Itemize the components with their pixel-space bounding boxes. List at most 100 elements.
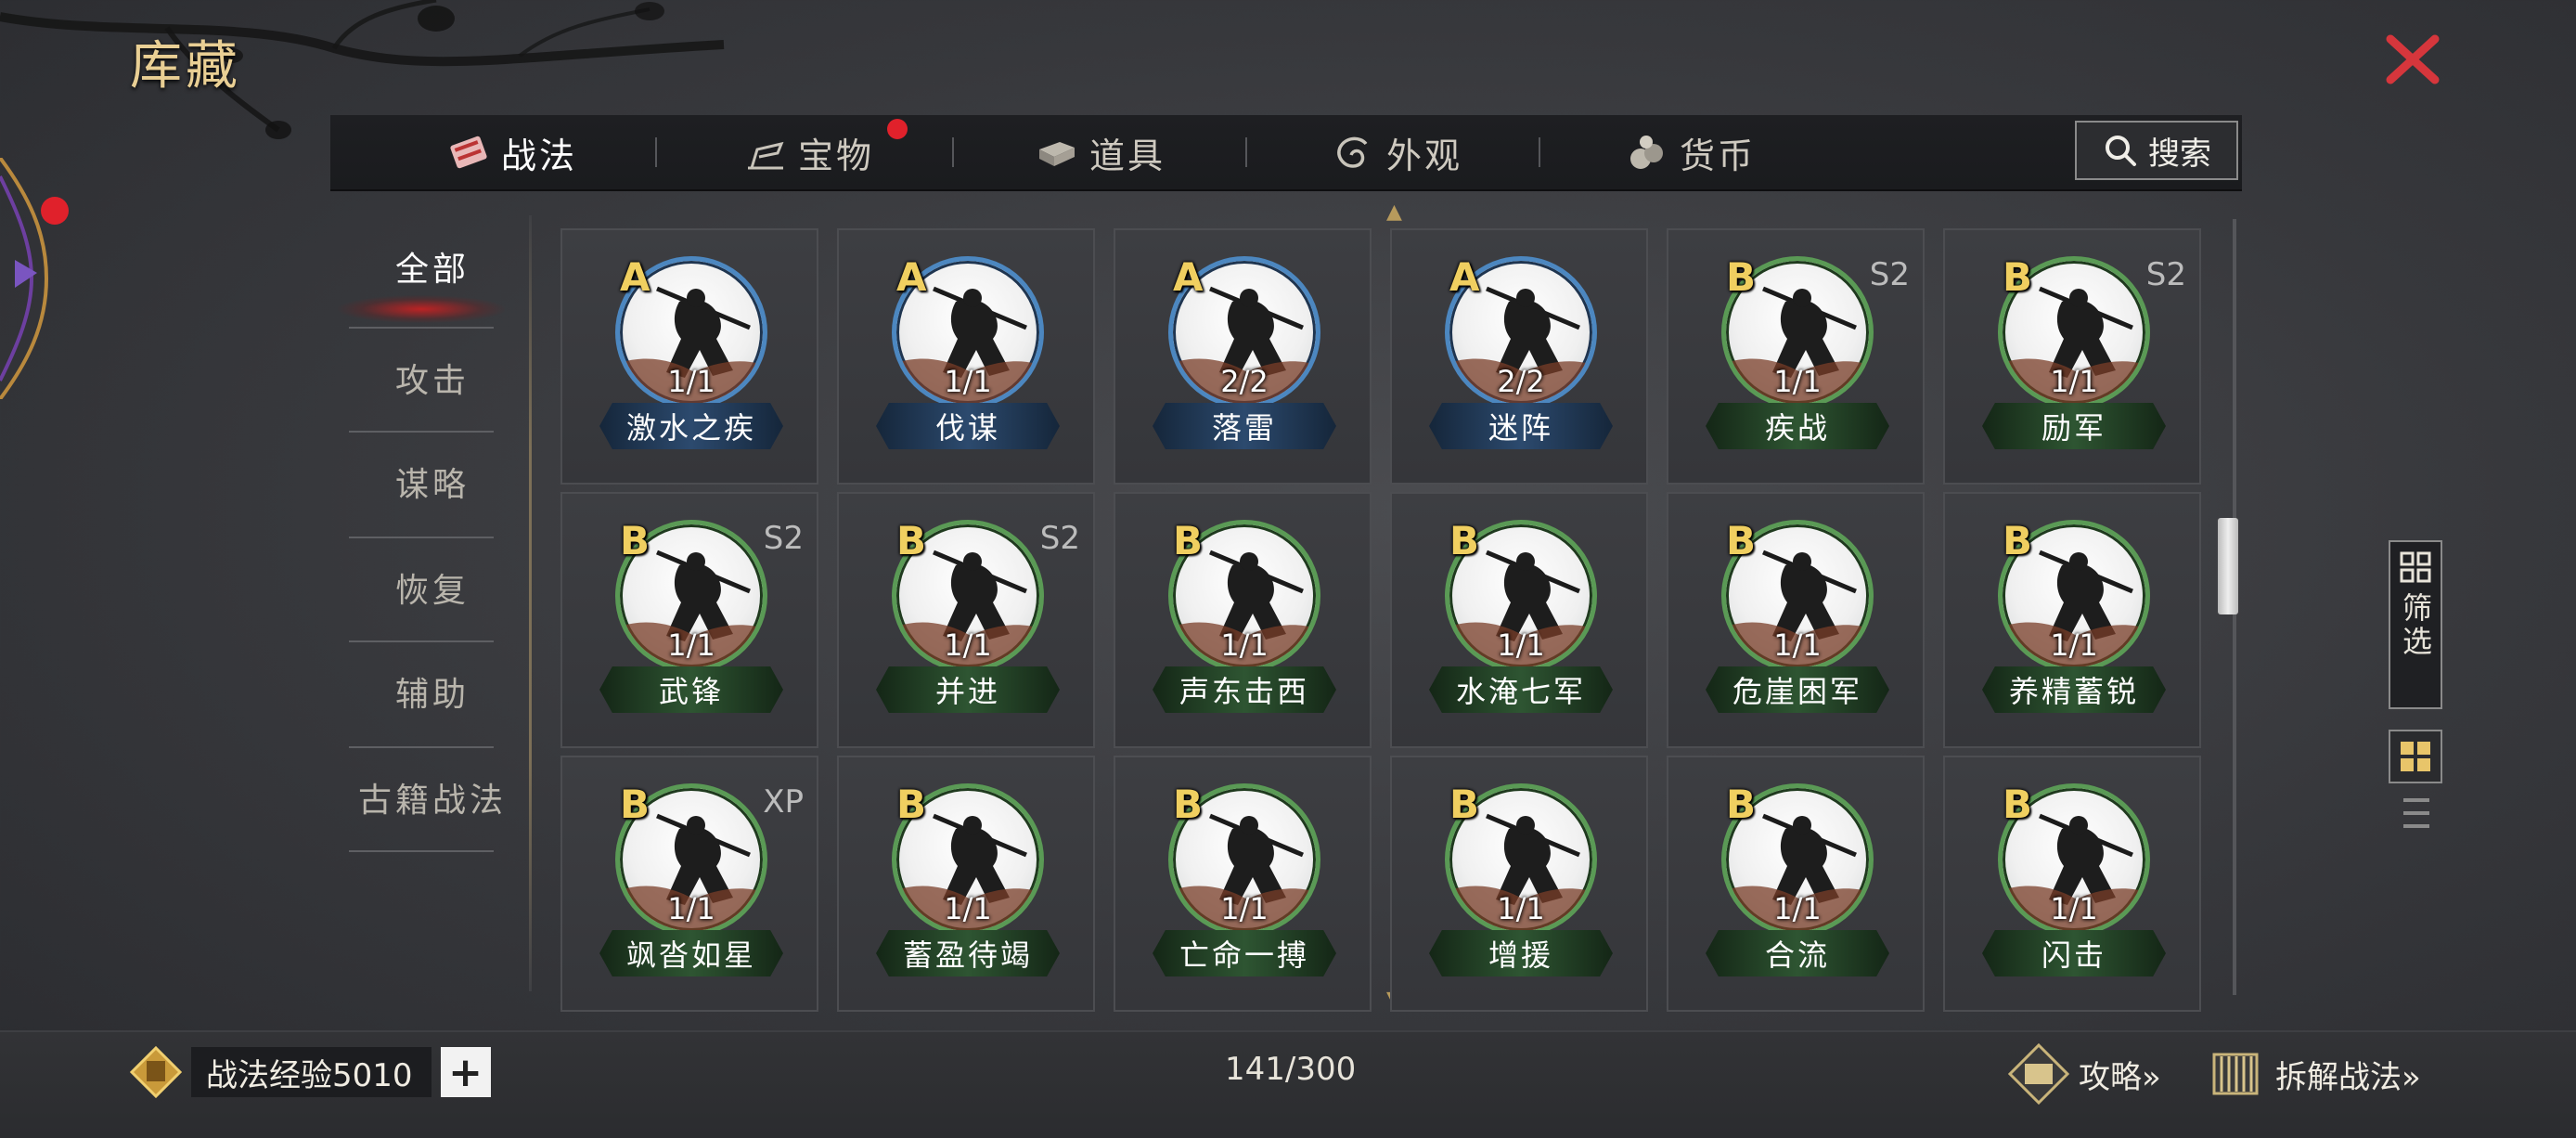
tactic-name: 激水之疾 — [599, 403, 783, 449]
tactic-card[interactable]: A 2/2 迷阵 — [1390, 228, 1648, 485]
disassemble-label: 拆解战法» — [2275, 1058, 2421, 1096]
grade-badge: A — [1173, 254, 1204, 300]
tab-label: 道具 — [1089, 135, 1166, 176]
tab-appearance[interactable]: 外观 — [1333, 115, 1462, 189]
disassemble-link[interactable]: 拆解战法» — [2205, 1043, 2421, 1105]
sidebar-item-recovery[interactable]: 恢复 — [330, 537, 535, 639]
grade-badge: A — [1449, 254, 1480, 300]
tactic-card[interactable]: A 1/1 伐谋 — [837, 228, 1095, 485]
owned-count: 1/1 — [667, 891, 715, 926]
add-exp-button[interactable]: + — [440, 1047, 491, 1097]
tactic-card[interactable]: B S2 1/1 疾战 — [1667, 228, 1925, 485]
filter-grid-icon — [2400, 551, 2431, 583]
tactic-card[interactable]: B 1/1 水淹七军 — [1390, 492, 1648, 748]
owned-count: 1/1 — [2050, 627, 2098, 663]
tab-separator — [1539, 137, 1540, 167]
tactic-name: 危崖困军 — [1706, 666, 1889, 713]
tactic-name: 增援 — [1429, 930, 1613, 976]
season-tag: S2 — [1039, 520, 1080, 557]
tactic-card[interactable]: B S2 1/1 并进 — [837, 492, 1095, 748]
tactic-card[interactable]: B 1/1 声东击西 — [1114, 492, 1372, 748]
list-view-icon[interactable] — [2403, 795, 2429, 832]
tactic-name: 合流 — [1706, 930, 1889, 976]
search-button[interactable]: 搜索 — [2075, 121, 2238, 180]
owned-count: 1/1 — [2050, 364, 2098, 399]
tab-label: 宝物 — [798, 135, 875, 176]
grade-badge: B — [1726, 254, 1757, 300]
filter-button[interactable]: 筛选 — [2389, 540, 2442, 709]
season-tag: XP — [763, 783, 804, 821]
grade-badge: B — [1726, 518, 1757, 563]
owned-count: 1/1 — [1773, 891, 1822, 926]
tab-items[interactable]: 道具 — [1036, 115, 1166, 189]
tab-label: 战法 — [501, 135, 578, 176]
season-tag: S2 — [763, 520, 804, 557]
tactic-card[interactable]: B XP 1/1 飒沓如星 — [560, 756, 818, 1012]
owned-count: 1/1 — [1773, 627, 1822, 663]
tab-tactics[interactable]: 战法 — [447, 115, 577, 189]
owned-count: 1/1 — [944, 364, 992, 399]
season-tag: S2 — [1869, 256, 1910, 293]
grade-badge: B — [2003, 254, 2033, 300]
exp-badge-icon — [130, 1046, 182, 1098]
owned-count: 1/1 — [1497, 627, 1545, 663]
tactic-card[interactable]: B 1/1 增援 — [1390, 756, 1648, 1012]
scroll-up-icon[interactable]: ▲ — [1386, 200, 1402, 224]
grid-view-button[interactable] — [2389, 730, 2442, 783]
tactic-name: 蓄盈待竭 — [876, 930, 1060, 976]
tactic-card[interactable]: B 1/1 合流 — [1667, 756, 1925, 1012]
grade-badge: B — [1449, 518, 1480, 563]
sidebar-item-all[interactable]: 全部 — [330, 215, 535, 317]
grade-badge: B — [896, 518, 927, 563]
tactic-name: 励军 — [1982, 403, 2166, 449]
tactic-name: 武锋 — [599, 666, 783, 713]
tab-separator — [952, 137, 954, 167]
owned-count: 1/1 — [667, 627, 715, 663]
tactic-card[interactable]: B 1/1 闪击 — [1943, 756, 2201, 1012]
tactic-card[interactable]: B 1/1 亡命一搏 — [1114, 756, 1372, 1012]
tab-label: 货币 — [1680, 135, 1757, 176]
tab-treasure[interactable]: 宝物 — [744, 115, 908, 189]
grade-badge: A — [620, 254, 650, 300]
tactic-name: 水淹七军 — [1429, 666, 1613, 713]
scrollbar-thumb[interactable] — [2218, 518, 2238, 614]
close-icon[interactable] — [2383, 30, 2442, 89]
tactic-name: 养精蓄锐 — [1982, 666, 2166, 713]
owned-count: 1/1 — [1220, 891, 1269, 926]
tactic-card[interactable]: B S2 1/1 武锋 — [560, 492, 818, 748]
scroll-icon — [450, 136, 487, 169]
owned-count: 2/2 — [1220, 364, 1269, 399]
owned-count: 1/1 — [944, 627, 992, 663]
tab-badge — [887, 119, 908, 139]
tactic-name: 落雷 — [1153, 403, 1336, 449]
tactic-card[interactable]: B S2 1/1 励军 — [1943, 228, 2201, 485]
sidebar-item-support[interactable]: 辅助 — [330, 640, 535, 743]
season-tag: S2 — [2145, 256, 2186, 293]
tactic-card[interactable]: A 2/2 落雷 — [1114, 228, 1372, 485]
sidebar-divider — [529, 215, 532, 991]
tab-label: 外观 — [1386, 135, 1463, 176]
tactic-name: 并进 — [876, 666, 1060, 713]
sidebar-item-attack[interactable]: 攻击 — [330, 327, 535, 429]
tactic-card[interactable]: B 1/1 蓄盈待竭 — [837, 756, 1095, 1012]
grade-badge: B — [1173, 518, 1204, 563]
tactic-card[interactable]: A 1/1 激水之疾 — [560, 228, 818, 485]
tab-separator — [655, 137, 657, 167]
owned-count: 1/1 — [1220, 627, 1269, 663]
guide-label: 攻略» — [2079, 1058, 2161, 1096]
tactic-name: 飒沓如星 — [599, 930, 783, 976]
tab-currency[interactable]: 货币 — [1626, 115, 1756, 189]
tactic-card[interactable]: B 1/1 养精蓄锐 — [1943, 492, 2201, 748]
grade-badge: B — [2003, 782, 2033, 827]
grade-badge: B — [2003, 518, 2033, 563]
guide-link[interactable]: 攻略» — [2008, 1043, 2161, 1105]
grade-badge: B — [1726, 782, 1757, 827]
category-tab-bar: 战法 宝物 道具 外观 货币 搜索 — [330, 115, 2242, 191]
tactic-name: 伐谋 — [876, 403, 1060, 449]
tactic-card[interactable]: B 1/1 危崖困军 — [1667, 492, 1925, 748]
grade-badge: B — [1173, 782, 1204, 827]
sidebar-item-strategy[interactable]: 谋略 — [330, 431, 535, 533]
sidebar-item-ancient[interactable]: 古籍战法 — [330, 746, 535, 848]
page-title: 库藏 — [130, 36, 241, 97]
side-drawer-handle[interactable] — [0, 158, 56, 399]
